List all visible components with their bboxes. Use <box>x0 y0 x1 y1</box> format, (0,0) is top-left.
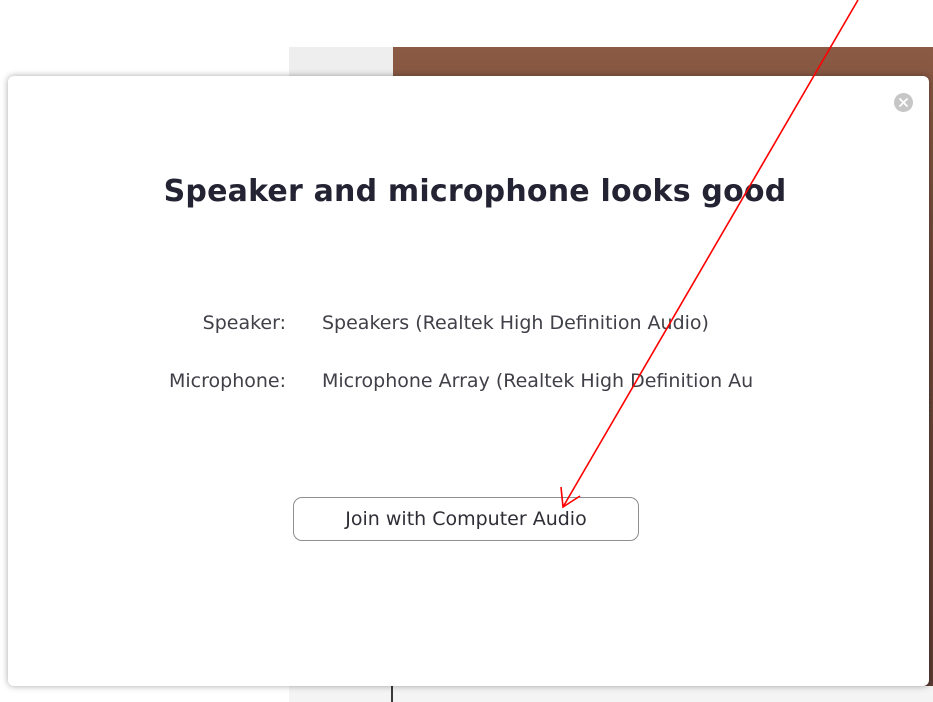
microphone-value: Microphone Array (Realtek High Definitio… <box>322 370 754 392</box>
speaker-value: Speakers (Realtek High Definition Audio) <box>322 312 709 334</box>
background-divider <box>391 684 393 702</box>
screen: Speaker and microphone looks good Speake… <box>0 0 933 702</box>
dialog-title: Speaker and microphone looks good <box>163 174 787 209</box>
join-with-computer-audio-button[interactable]: Join with Computer Audio <box>293 497 639 541</box>
close-button[interactable] <box>894 93 913 112</box>
speaker-label: Speaker: <box>202 312 286 334</box>
close-icon <box>899 98 908 107</box>
microphone-label: Microphone: <box>169 370 286 392</box>
audio-check-dialog: Speaker and microphone looks good Speake… <box>8 76 929 686</box>
background-bottom-bar <box>289 686 933 702</box>
